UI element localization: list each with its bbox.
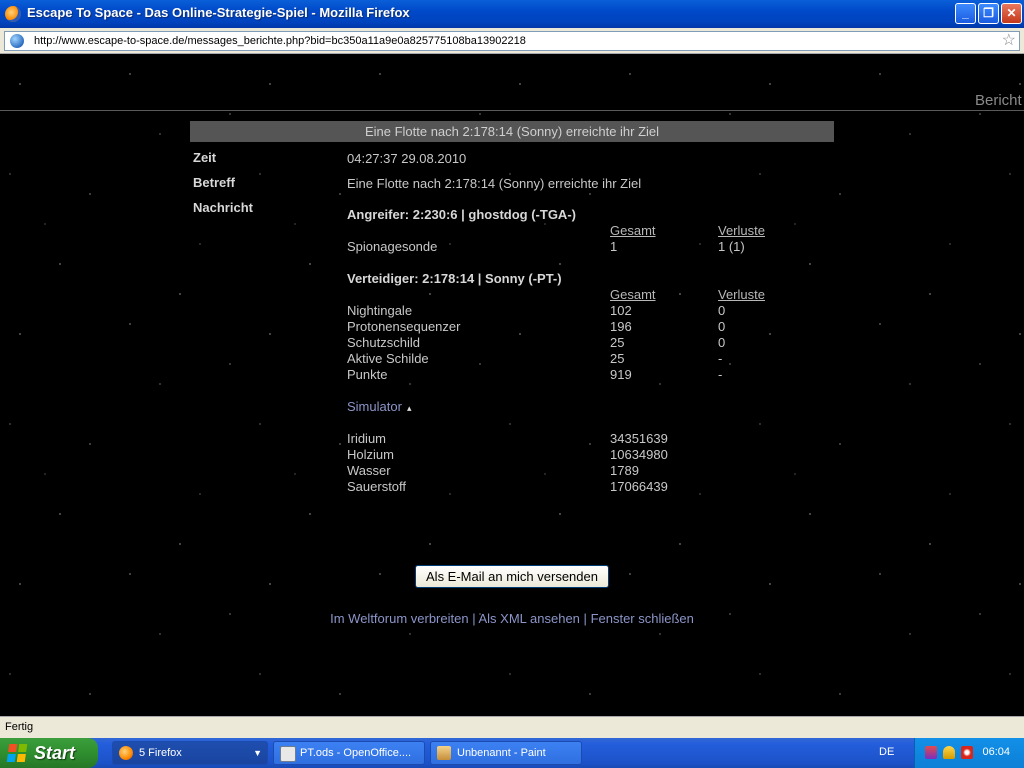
firefox-icon bbox=[5, 6, 21, 22]
resource-value: 10634980 bbox=[610, 447, 668, 462]
close-window-button[interactable]: ✕ bbox=[1001, 3, 1022, 24]
address-bar[interactable]: http://www.escape-to-space.de/messages_b… bbox=[4, 31, 1020, 51]
unit-name: Spionagesonde bbox=[347, 239, 438, 254]
report-header-bar: Eine Flotte nach 2:178:14 (Sonny) erreic… bbox=[190, 121, 834, 142]
task-label: Unbenannt - Paint bbox=[457, 747, 546, 759]
footer-links: Im Weltforum verbreiten | Als XML ansehe… bbox=[0, 611, 1024, 626]
unit-losses: 0 bbox=[718, 335, 726, 350]
unit-losses: - bbox=[718, 351, 723, 366]
language-indicator[interactable]: DE bbox=[879, 746, 894, 758]
unit-name: Aktive Schilde bbox=[347, 351, 429, 366]
attacker-col-losses: Verluste bbox=[718, 223, 765, 238]
forum-share-link[interactable]: Im Weltforum verbreiten bbox=[330, 611, 468, 626]
unit-total: 1 bbox=[610, 239, 618, 254]
section-heading: Bericht bbox=[975, 92, 1022, 109]
resource-name: Iridium bbox=[347, 431, 387, 446]
unit-losses: - bbox=[718, 367, 723, 382]
start-button[interactable]: Start bbox=[0, 738, 98, 768]
subject-value: Eine Flotte nach 2:178:14 (Sonny) erreic… bbox=[347, 176, 642, 191]
taskbar-item-paint[interactable]: Unbenannt - Paint bbox=[430, 741, 582, 765]
task-label: 5 Firefox bbox=[139, 747, 182, 759]
unit-losses: 0 bbox=[718, 303, 726, 318]
taskbar-item-openoffice[interactable]: PT.ods - OpenOffice.... bbox=[273, 741, 425, 765]
resource-value: 17066439 bbox=[610, 479, 668, 494]
unit-losses: 1 (1) bbox=[718, 239, 745, 254]
resource-name: Sauerstoff bbox=[347, 479, 407, 494]
address-url[interactable]: http://www.escape-to-space.de/messages_b… bbox=[34, 35, 526, 47]
firefox-icon bbox=[119, 746, 133, 760]
window-titlebar: Escape To Space - Das Online-Strategie-S… bbox=[0, 0, 1024, 28]
paint-icon bbox=[437, 746, 451, 760]
attacker-title: Angreifer: 2:230:6 | ghostdog (-TGA-) bbox=[347, 207, 576, 222]
unit-total: 919 bbox=[610, 367, 632, 382]
simulator-link[interactable]: Simulator bbox=[347, 399, 402, 414]
bookmark-star-icon[interactable]: ☆ bbox=[1002, 32, 1016, 50]
minimize-button[interactable]: _ bbox=[955, 3, 976, 24]
task-label: PT.ods - OpenOffice.... bbox=[300, 747, 412, 759]
taskbar: Start 5 Firefox ▼ PT.ods - OpenOffice...… bbox=[0, 738, 1024, 768]
unit-name: Protonensequenzer bbox=[347, 319, 461, 334]
maximize-button[interactable]: ❐ bbox=[978, 3, 999, 24]
openoffice-icon bbox=[280, 746, 296, 762]
unit-name: Schutzschild bbox=[347, 335, 420, 350]
window-title: Escape To Space - Das Online-Strategie-S… bbox=[27, 5, 410, 20]
tray-app-icon[interactable] bbox=[925, 746, 937, 759]
view-xml-link[interactable]: Als XML ansehen bbox=[479, 611, 580, 626]
start-label: Start bbox=[34, 743, 76, 763]
unit-losses: 0 bbox=[718, 319, 726, 334]
antivirus-icon[interactable] bbox=[961, 746, 973, 759]
link-separator: | bbox=[583, 611, 587, 626]
send-email-button[interactable]: Als E-Mail an mich versenden bbox=[415, 565, 609, 588]
unit-name: Punkte bbox=[347, 367, 388, 382]
time-value: 04:27:37 29.08.2010 bbox=[347, 151, 467, 166]
security-shield-icon[interactable] bbox=[943, 746, 955, 759]
page-content: Bericht Eine Flotte nach 2:178:14 (Sonny… bbox=[0, 54, 1024, 716]
link-separator: | bbox=[472, 611, 476, 626]
time-label: Zeit bbox=[193, 150, 217, 165]
group-dropdown-icon: ▼ bbox=[253, 748, 262, 758]
divider-line bbox=[0, 110, 1024, 111]
defender-title: Verteidiger: 2:178:14 | Sonny (-PT-) bbox=[347, 271, 562, 286]
status-text: Fertig bbox=[5, 721, 34, 733]
close-window-link[interactable]: Fenster schließen bbox=[591, 611, 694, 626]
defender-col-losses: Verluste bbox=[718, 287, 765, 302]
clock: 06:04 bbox=[982, 746, 1010, 758]
unit-name: Nightingale bbox=[347, 303, 413, 318]
unit-total: 25 bbox=[610, 351, 625, 366]
subject-label: Betreff bbox=[193, 175, 235, 190]
resource-value: 1789 bbox=[610, 463, 639, 478]
unit-total: 102 bbox=[610, 303, 632, 318]
unit-total: 196 bbox=[610, 319, 632, 334]
resource-value: 34351639 bbox=[610, 431, 668, 446]
attacker-col-total: Gesamt bbox=[610, 223, 656, 238]
message-label: Nachricht bbox=[193, 200, 253, 215]
system-tray: 06:04 bbox=[914, 738, 1024, 768]
status-bar: Fertig bbox=[0, 716, 1024, 738]
resource-name: Holzium bbox=[347, 447, 394, 462]
resource-name: Wasser bbox=[347, 463, 391, 478]
navigation-bar: http://www.escape-to-space.de/messages_b… bbox=[0, 28, 1024, 54]
windows-logo-icon bbox=[6, 744, 28, 762]
unit-total: 25 bbox=[610, 335, 625, 350]
defender-col-total: Gesamt bbox=[610, 287, 656, 302]
taskbar-item-firefox[interactable]: 5 Firefox ▼ bbox=[112, 741, 268, 765]
site-identity-icon[interactable] bbox=[10, 34, 24, 48]
small-cursor-icon: ▴ bbox=[407, 403, 412, 413]
